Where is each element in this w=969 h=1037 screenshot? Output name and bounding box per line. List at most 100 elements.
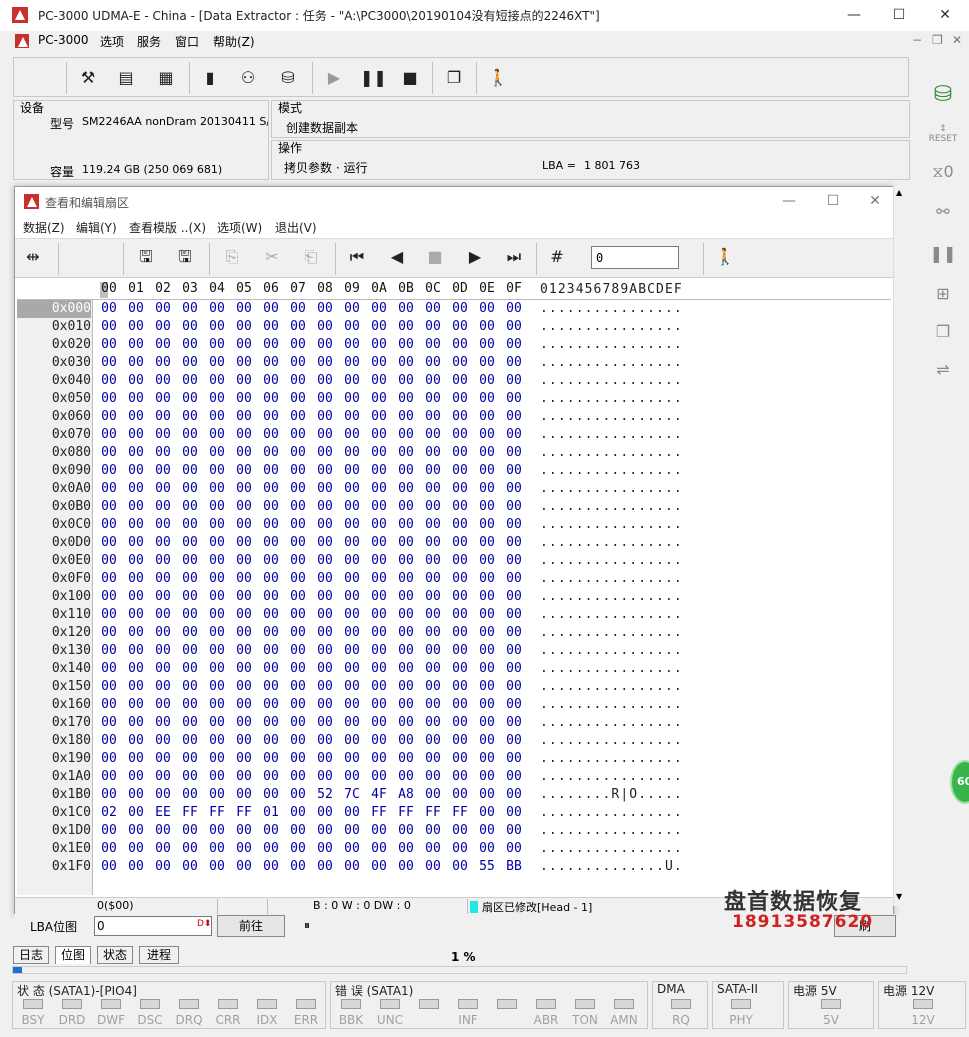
- hex-byte[interactable]: 00: [152, 840, 174, 858]
- hex-byte[interactable]: 00: [476, 786, 498, 804]
- hex-byte[interactable]: 00: [152, 552, 174, 570]
- hex-byte[interactable]: 00: [179, 678, 201, 696]
- hex-byte[interactable]: 00: [98, 300, 120, 318]
- sector-menu-options[interactable]: 选项(W): [217, 219, 262, 236]
- hex-byte[interactable]: 00: [125, 588, 147, 606]
- hex-byte[interactable]: 52: [314, 786, 336, 804]
- hex-byte[interactable]: 00: [422, 480, 444, 498]
- hex-byte[interactable]: 02: [98, 804, 120, 822]
- chip-icon[interactable]: ⚯: [921, 202, 965, 221]
- hex-byte[interactable]: 00: [206, 732, 228, 750]
- ascii-text[interactable]: ................: [540, 552, 683, 570]
- hex-byte[interactable]: 00: [503, 660, 525, 678]
- hex-byte[interactable]: 00: [260, 786, 282, 804]
- hex-byte[interactable]: FF: [422, 804, 444, 822]
- hex-byte[interactable]: 00: [98, 372, 120, 390]
- hex-row[interactable]: 00 00 00 00 00 00 00 00 00 00 00 00 00 00 00 00........…: [17, 768, 891, 786]
- hex-byte[interactable]: 00: [125, 768, 147, 786]
- hex-byte[interactable]: 00: [233, 588, 255, 606]
- hex-byte[interactable]: 00: [395, 426, 417, 444]
- db-copy-icon[interactable]: ⛁: [921, 82, 965, 107]
- hex-byte[interactable]: 00: [125, 606, 147, 624]
- hex-byte[interactable]: 00: [179, 318, 201, 336]
- hex-byte[interactable]: 00: [179, 750, 201, 768]
- hex-byte[interactable]: 00: [449, 480, 471, 498]
- hex-byte[interactable]: 00: [503, 696, 525, 714]
- hex-byte[interactable]: 00: [476, 660, 498, 678]
- hex-byte[interactable]: 00: [287, 678, 309, 696]
- hex-byte[interactable]: 00: [98, 624, 120, 642]
- hex-row[interactable]: 00 00 00 00 00 00 00 00 00 00 00 00 00 00 00 00........…: [17, 336, 891, 354]
- hex-byte[interactable]: 00: [368, 678, 390, 696]
- hex-byte[interactable]: 00: [98, 480, 120, 498]
- hex-byte[interactable]: 00: [260, 858, 282, 876]
- hex-byte[interactable]: 00: [179, 534, 201, 552]
- hex-byte[interactable]: 00: [206, 768, 228, 786]
- hex-byte[interactable]: FF: [449, 804, 471, 822]
- sector-maximize-button[interactable]: ☐: [819, 190, 847, 212]
- sector-menu-exit[interactable]: 退出(V): [275, 219, 317, 236]
- hex-byte[interactable]: 00: [152, 570, 174, 588]
- hex-byte[interactable]: 00: [233, 822, 255, 840]
- hex-byte[interactable]: 00: [179, 732, 201, 750]
- hex-byte[interactable]: 00: [206, 840, 228, 858]
- hex-byte[interactable]: 00: [422, 714, 444, 732]
- hex-byte[interactable]: FF: [395, 804, 417, 822]
- hex-byte[interactable]: 00: [206, 642, 228, 660]
- hex-row[interactable]: 00 00 00 00 00 00 00 00 00 00 00 00 00 00 00 00........…: [17, 750, 891, 768]
- hex-byte[interactable]: 00: [233, 408, 255, 426]
- hex-byte[interactable]: 00: [98, 516, 120, 534]
- counter-icon[interactable]: ⧖0: [921, 162, 965, 182]
- hex-byte[interactable]: 00: [233, 678, 255, 696]
- hex-byte[interactable]: 00: [206, 786, 228, 804]
- hex-byte[interactable]: 00: [341, 840, 363, 858]
- hex-byte[interactable]: 00: [368, 444, 390, 462]
- sector-number-input[interactable]: [591, 246, 679, 269]
- hex-byte[interactable]: 00: [503, 588, 525, 606]
- hex-byte[interactable]: 00: [422, 606, 444, 624]
- hex-byte[interactable]: 00: [476, 318, 498, 336]
- hex-byte[interactable]: 00: [341, 696, 363, 714]
- hex-byte[interactable]: 00: [395, 318, 417, 336]
- hex-byte[interactable]: 00: [341, 300, 363, 318]
- hex-byte[interactable]: 00: [260, 336, 282, 354]
- hex-byte[interactable]: 00: [449, 570, 471, 588]
- exit-icon[interactable]: 🚶: [486, 66, 510, 90]
- hex-byte[interactable]: 00: [125, 642, 147, 660]
- hex-byte[interactable]: 00: [152, 426, 174, 444]
- hex-byte[interactable]: 00: [260, 822, 282, 840]
- hex-byte[interactable]: 00: [503, 606, 525, 624]
- hex-byte[interactable]: 00: [260, 642, 282, 660]
- hex-byte[interactable]: 00: [314, 624, 336, 642]
- hex-byte[interactable]: 00: [476, 444, 498, 462]
- hex-row[interactable]: 00 00 00 00 00 00 00 00 00 00 00 00 00 00 00 00........…: [17, 732, 891, 750]
- spin-icon[interactable]: D⬍: [197, 919, 211, 929]
- hex-byte[interactable]: 00: [422, 732, 444, 750]
- hex-byte[interactable]: 00: [395, 750, 417, 768]
- hex-byte[interactable]: 00: [314, 390, 336, 408]
- hex-byte[interactable]: 00: [368, 408, 390, 426]
- hex-byte[interactable]: 00: [503, 498, 525, 516]
- hex-byte[interactable]: 00: [179, 714, 201, 732]
- hex-byte[interactable]: 00: [314, 462, 336, 480]
- hex-byte[interactable]: 00: [422, 768, 444, 786]
- hex-byte[interactable]: 00: [341, 750, 363, 768]
- hex-byte[interactable]: 00: [341, 714, 363, 732]
- hex-byte[interactable]: 00: [287, 408, 309, 426]
- hex-byte[interactable]: FF: [368, 804, 390, 822]
- hex-byte[interactable]: 01: [260, 804, 282, 822]
- hex-byte[interactable]: 00: [152, 462, 174, 480]
- scroll-up-icon[interactable]: ▲: [896, 188, 902, 197]
- hex-byte[interactable]: 00: [314, 804, 336, 822]
- hex-byte[interactable]: 00: [476, 408, 498, 426]
- hex-byte[interactable]: 00: [314, 516, 336, 534]
- hex-byte[interactable]: 00: [341, 768, 363, 786]
- hex-byte[interactable]: 00: [98, 498, 120, 516]
- hex-byte[interactable]: 00: [233, 786, 255, 804]
- windows-icon[interactable]: ❐: [442, 66, 466, 90]
- hex-byte[interactable]: 00: [233, 750, 255, 768]
- hex-byte[interactable]: 00: [287, 498, 309, 516]
- hex-byte[interactable]: 00: [206, 300, 228, 318]
- hex-byte[interactable]: 00: [368, 480, 390, 498]
- hex-byte[interactable]: 00: [206, 408, 228, 426]
